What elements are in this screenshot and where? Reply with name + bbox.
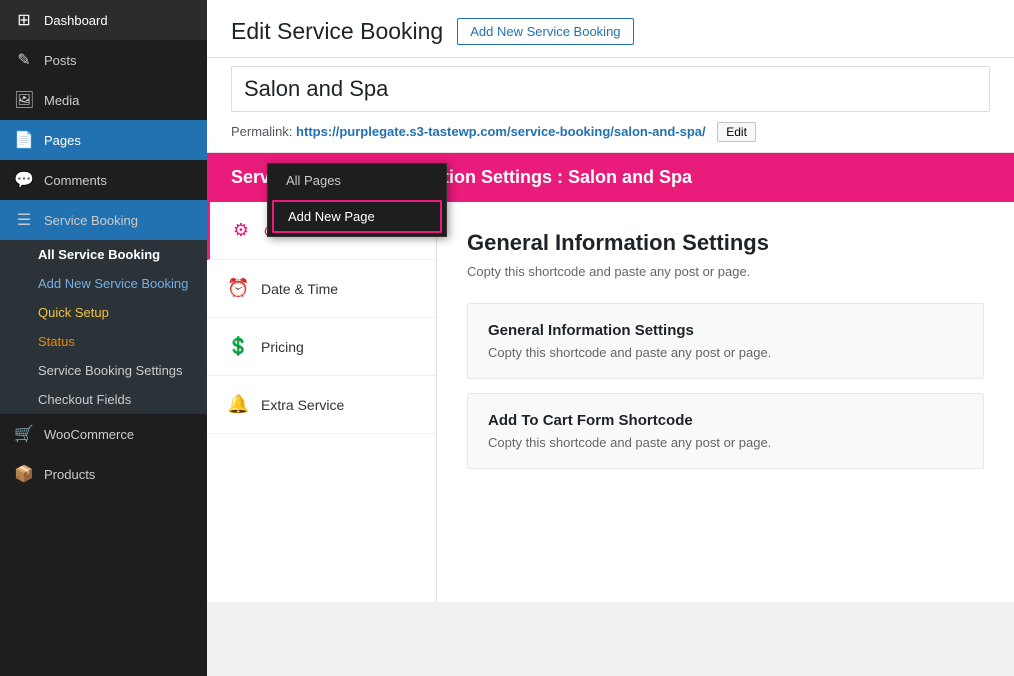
sidebar-item-products[interactable]: 📦 Products [0,454,207,494]
service-booking-icon: ☰ [14,210,34,230]
permalink-url[interactable]: https://purplegate.s3-tastewp.com/servic… [296,124,706,139]
submenu-add-new-service-booking[interactable]: Add New Service Booking [0,269,207,298]
info-card-1: General Information Settings Copty this … [467,303,984,379]
add-new-service-booking-button[interactable]: Add New Service Booking [457,18,633,45]
title-area [207,58,1014,112]
main-content: Edit Service Booking Add New Service Boo… [207,0,1014,676]
tab-content-heading: General Information Settings [467,230,984,256]
title-input[interactable] [231,66,990,112]
sidebar-label-products: Products [44,467,95,482]
dropdown-all-pages[interactable]: All Pages [268,164,446,197]
sidebar-label-posts: Posts [44,53,77,68]
pricing-icon: 💲 [227,336,249,357]
main-header: Edit Service Booking Add New Service Boo… [207,0,1014,58]
submenu-checkout[interactable]: Checkout Fields [0,385,207,414]
permalink-label: Permalink: [231,124,292,139]
products-icon: 📦 [14,464,34,484]
sidebar-label-dashboard: Dashboard [44,13,108,28]
permalink-bar: Permalink: https://purplegate.s3-tastewp… [207,112,1014,153]
permalink-edit-button[interactable]: Edit [717,122,756,142]
tab-date-time[interactable]: ⏰ Date & Time [207,260,436,318]
sidebar-item-woocommerce[interactable]: 🛒 WooCommerce [0,414,207,454]
posts-icon: ✎ [14,50,34,70]
tab-date-time-label: Date & Time [261,281,338,297]
comments-icon: 💬 [14,170,34,190]
submenu-status[interactable]: Status [0,327,207,356]
info-card-2-title: Add To Cart Form Shortcode [488,412,963,429]
sidebar-item-dashboard[interactable]: ⊞ Dashboard [0,0,207,40]
media-icon: 🖼 [14,90,34,110]
extra-service-icon: 🔔 [227,394,249,415]
sidebar-item-service-booking[interactable]: ☰ Service Booking ◀ [0,200,207,240]
info-card-1-title: General Information Settings [488,322,963,339]
content-area: ⚙ General Info ⏰ Date & Time 💲 Pricing 🔔… [207,202,1014,602]
woocommerce-icon: 🛒 [14,424,34,444]
sidebar-label-service-booking: Service Booking [44,213,138,228]
tab-pricing[interactable]: 💲 Pricing [207,318,436,376]
tab-extra-service-label: Extra Service [261,397,344,413]
date-time-icon: ⏰ [227,278,249,299]
sidebar-item-media[interactable]: 🖼 Media [0,80,207,120]
tab-content-subtitle: Copty this shortcode and paste any post … [467,264,984,279]
info-card-2-desc: Copty this shortcode and paste any post … [488,435,963,450]
dropdown-add-new-page[interactable]: Add New Page [272,200,442,233]
sidebar-label-pages: Pages [44,133,81,148]
info-card-1-desc: Copty this shortcode and paste any post … [488,345,963,360]
pages-icon: 📄 [14,130,34,150]
tab-content-panel: General Information Settings Copty this … [437,202,1014,602]
dashboard-icon: ⊞ [14,10,34,30]
page-title: Edit Service Booking [231,18,443,45]
submenu-settings[interactable]: Service Booking Settings [0,356,207,385]
tab-extra-service[interactable]: 🔔 Extra Service [207,376,436,434]
sidebar-item-pages[interactable]: 📄 Pages [0,120,207,160]
general-info-icon: ⚙ [230,220,252,241]
sidebar-item-comments[interactable]: 💬 Comments [0,160,207,200]
tab-pricing-label: Pricing [261,339,304,355]
submenu-quick-setup[interactable]: Quick Setup [0,298,207,327]
sidebar-label-media: Media [44,93,79,108]
submenu-all-service-booking[interactable]: All Service Booking [0,240,207,269]
tabs-sidebar: ⚙ General Info ⏰ Date & Time 💲 Pricing 🔔… [207,202,437,602]
sidebar-label-comments: Comments [44,173,107,188]
info-card-2: Add To Cart Form Shortcode Copty this sh… [467,393,984,469]
sidebar-label-woocommerce: WooCommerce [44,427,134,442]
service-booking-submenu: All Service Booking Add New Service Book… [0,240,207,414]
pages-dropdown: All Pages Add New Page [267,163,447,237]
sidebar-item-posts[interactable]: ✎ Posts [0,40,207,80]
sidebar: ⊞ Dashboard ✎ Posts 🖼 Media 📄 Pages 💬 Co… [0,0,207,676]
